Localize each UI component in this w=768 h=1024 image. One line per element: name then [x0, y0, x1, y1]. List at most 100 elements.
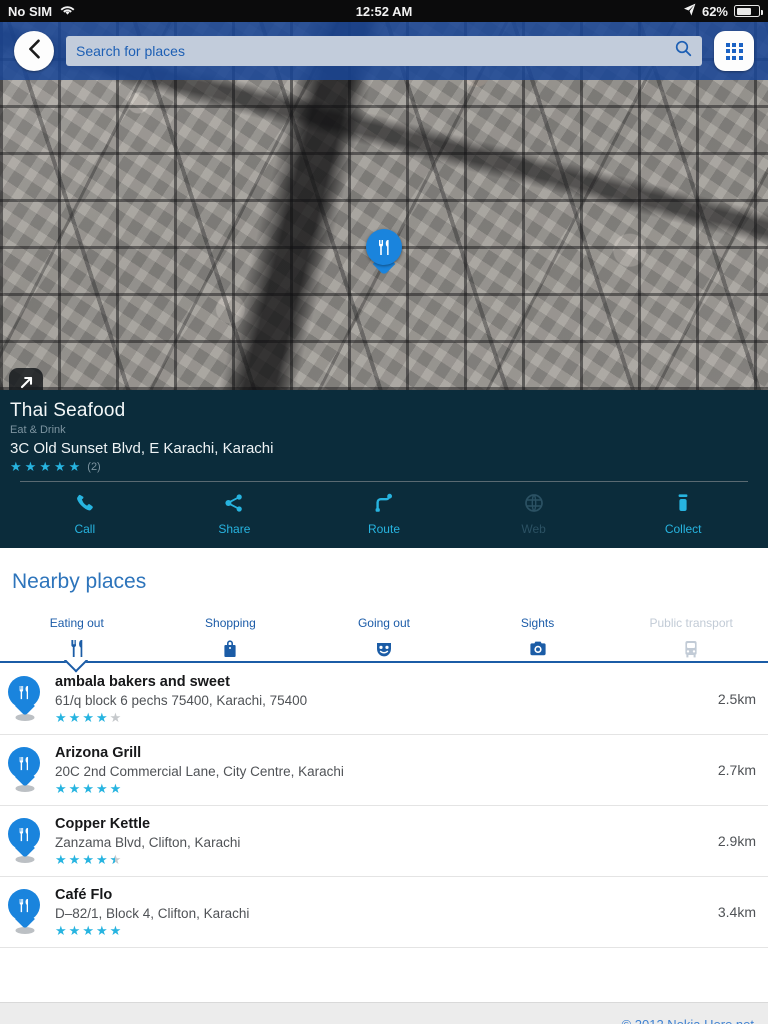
active-tab-indicator	[0, 661, 768, 664]
action-web-button: Web	[459, 482, 609, 548]
status-bar: No SIM 12:52 AM 62%	[0, 0, 768, 22]
phone-icon	[75, 493, 95, 516]
nearby-heading: Nearby places	[12, 570, 147, 593]
star-icon: ★	[68, 852, 81, 867]
list-item-text: ambala bakers and sweet 61/q block 6 pec…	[45, 674, 718, 724]
tab-label: Eating out	[49, 616, 104, 630]
tab-sights[interactable]: Sights	[461, 616, 615, 661]
grid-dot	[738, 49, 743, 53]
grid-dot	[732, 49, 736, 53]
grid-dot	[738, 42, 743, 47]
status-bar-right: 62%	[683, 3, 763, 19]
restaurant-pin-icon	[5, 747, 45, 793]
shopping-bag-icon	[221, 639, 239, 661]
tab-label: Shopping	[205, 616, 256, 630]
tab-divider-line	[0, 661, 768, 663]
place-distance: 2.7km	[717, 762, 756, 778]
status-bar-left: No SIM	[8, 4, 75, 19]
action-route-button[interactable]: Route	[309, 482, 459, 548]
star-icon: ★	[68, 710, 81, 725]
content-spacer	[0, 948, 768, 1002]
grid-dot	[725, 49, 730, 53]
place-rating: ★ ★ ★ ★ ★	[55, 711, 718, 724]
star-icon: ★	[55, 852, 67, 867]
place-rating: ★ ★ ★ ★ ★ (2)	[10, 460, 758, 473]
list-item[interactable]: ambala bakers and sweet 61/q block 6 pec…	[0, 664, 768, 735]
star-icon: ★	[95, 852, 108, 867]
restaurant-pin-icon	[366, 229, 402, 265]
tab-label: Sights	[520, 616, 555, 630]
place-name: Arizona Grill	[55, 745, 142, 761]
place-name: Café Flo	[55, 887, 113, 903]
list-item[interactable]: Café Flo D–82/1, Block 4, Clifton, Karac…	[0, 877, 768, 948]
star-icon: ★	[82, 923, 94, 938]
place-name: ambala bakers and sweet	[55, 674, 230, 690]
place-category: Eat & Drink	[10, 424, 66, 436]
place-address: D–82/1, Block 4, Clifton, Karachi	[55, 906, 250, 921]
pin-body	[8, 818, 40, 850]
star-icon-empty: ★	[109, 710, 122, 725]
chevron-left-icon	[27, 39, 42, 64]
category-tabs: Eating out Shopping Going out Sights Pub…	[0, 594, 768, 661]
search-input[interactable]: Search for places	[66, 36, 702, 66]
map-place-marker[interactable]	[366, 229, 402, 276]
bus-icon	[682, 639, 700, 661]
action-share-button[interactable]: Share	[160, 482, 310, 548]
map-view[interactable]: Search for places	[0, 22, 768, 390]
star-icon: ★	[10, 459, 22, 474]
expand-arrow-icon	[18, 374, 35, 390]
search-icon[interactable]	[675, 40, 692, 62]
star-icon: ★	[95, 710, 108, 725]
place-address: Zanzama Blvd, Clifton, Karachi	[55, 835, 241, 850]
action-collect-button[interactable]: Collect	[608, 482, 758, 548]
star-icon: ★	[24, 459, 37, 474]
tab-shopping[interactable]: Shopping	[154, 616, 308, 661]
cutlery-icon	[68, 639, 86, 661]
location-arrow-icon	[683, 3, 696, 19]
place-address: 20C 2nd Commercial Lane, City Centre, Ka…	[55, 764, 344, 779]
star-icon-half: ★★	[109, 852, 122, 867]
carrier-label: No SIM	[8, 3, 53, 19]
place-rating: ★ ★ ★ ★ ★★	[55, 853, 718, 866]
place-rating: ★ ★ ★ ★ ★	[55, 924, 718, 937]
rating-count: (2)	[87, 460, 101, 473]
camera-icon	[528, 639, 548, 661]
pin-body	[8, 676, 40, 708]
wifi-icon	[60, 4, 75, 19]
theater-mask-icon	[374, 639, 394, 661]
grid-dot	[725, 42, 730, 47]
action-label: Route	[367, 522, 400, 536]
star-icon: ★	[82, 781, 94, 796]
action-call-button[interactable]: Call	[10, 482, 160, 548]
list-item-text: Arizona Grill 20C 2nd Commercial Lane, C…	[45, 745, 718, 795]
back-button[interactable]	[14, 31, 54, 71]
star-icon: ★	[82, 852, 94, 867]
route-icon	[374, 493, 394, 516]
active-tab-notch	[62, 660, 90, 674]
pin-body	[8, 747, 40, 779]
restaurant-pin-icon	[5, 818, 45, 864]
app-grid-button[interactable]	[714, 31, 754, 71]
place-distance: 3.4km	[717, 904, 756, 920]
expand-map-button[interactable]	[9, 368, 43, 390]
restaurant-pin-icon	[5, 889, 45, 935]
grid-dot	[725, 55, 730, 60]
list-item-text: Café Flo D–82/1, Block 4, Clifton, Karac…	[45, 887, 718, 937]
star-icon: ★	[53, 459, 66, 474]
pin-body	[8, 889, 40, 921]
page-footer: © 2012 Nokia Here.net Report this place	[0, 1002, 768, 1024]
place-title: Thai Seafood	[10, 400, 126, 421]
list-item[interactable]: Arizona Grill 20C 2nd Commercial Lane, C…	[0, 735, 768, 806]
restaurant-pin-icon	[5, 676, 45, 722]
tab-going-out[interactable]: Going out	[307, 616, 461, 661]
tab-public-transport: Public transport	[614, 616, 768, 661]
list-item[interactable]: Copper Kettle Zanzama Blvd, Clifton, Kar…	[0, 806, 768, 877]
star-icon: ★	[109, 781, 122, 796]
action-label: Share	[218, 522, 251, 536]
globe-icon	[524, 493, 544, 516]
copyright-label: © 2012 Nokia Here.net	[14, 1017, 754, 1024]
star-icon: ★	[82, 710, 94, 725]
tab-eating-out[interactable]: Eating out	[0, 616, 154, 661]
star-icon: ★	[55, 781, 67, 796]
star-icon: ★	[39, 459, 51, 474]
